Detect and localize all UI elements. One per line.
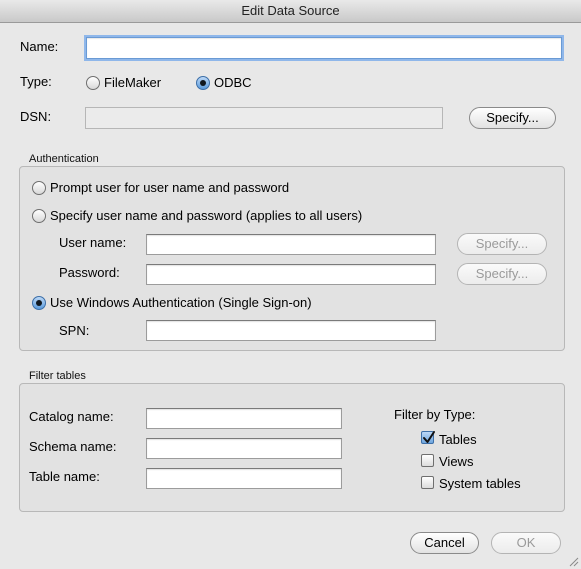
type-filemaker-label[interactable]: FileMaker (104, 75, 161, 90)
resize-grip-icon[interactable] (567, 555, 579, 567)
user-name-specify-button[interactable]: Specify... (457, 233, 547, 255)
type-filemaker-radio[interactable] (86, 76, 100, 90)
auth-prompt-label[interactable]: Prompt user for user name and password (50, 180, 289, 195)
user-name-label: User name: (59, 235, 127, 250)
tables-checkbox[interactable] (421, 431, 435, 444)
auth-windows-label[interactable]: Use Windows Authentication (Single Sign-… (50, 295, 312, 310)
catalog-name-label: Catalog name: (29, 409, 114, 424)
system-tables-label[interactable]: System tables (439, 476, 521, 491)
spn-label: SPN: (59, 323, 90, 338)
password-label: Password: (59, 265, 120, 280)
dsn-label: DSN: (20, 109, 52, 124)
dsn-field[interactable] (85, 107, 443, 129)
catalog-name-field[interactable] (146, 408, 342, 429)
password-field[interactable] (146, 264, 436, 285)
auth-prompt-radio[interactable] (32, 181, 46, 195)
type-odbc-label[interactable]: ODBC (214, 75, 252, 90)
checkmark-icon (423, 431, 435, 443)
type-label: Type: (20, 74, 52, 89)
schema-name-label: Schema name: (29, 439, 117, 454)
table-name-label: Table name: (29, 469, 100, 484)
auth-windows-radio[interactable] (32, 296, 46, 310)
name-label: Name: (20, 39, 59, 54)
views-label[interactable]: Views (439, 454, 473, 469)
auth-specify-radio[interactable] (32, 209, 46, 223)
password-specify-button[interactable]: Specify... (457, 263, 547, 285)
window-title: Edit Data Source (241, 3, 340, 18)
schema-name-field[interactable] (146, 438, 342, 459)
authentication-group-title: Authentication (29, 153, 99, 165)
system-tables-checkbox[interactable] (421, 476, 434, 489)
filter-by-type-label: Filter by Type: (394, 407, 476, 422)
cancel-button[interactable]: Cancel (410, 532, 479, 554)
tables-label[interactable]: Tables (439, 432, 477, 447)
user-name-field[interactable] (146, 234, 436, 255)
views-checkbox[interactable] (421, 454, 434, 467)
filter-group-title: Filter tables (29, 370, 86, 382)
spn-field[interactable] (146, 320, 436, 341)
auth-specify-label[interactable]: Specify user name and password (applies … (50, 208, 362, 223)
dsn-specify-button[interactable]: Specify... (469, 107, 556, 129)
window-title-bar: Edit Data Source (0, 0, 581, 23)
table-name-field[interactable] (146, 468, 342, 489)
ok-button[interactable]: OK (491, 532, 561, 554)
type-odbc-radio[interactable] (196, 76, 210, 90)
name-field[interactable] (86, 37, 562, 59)
